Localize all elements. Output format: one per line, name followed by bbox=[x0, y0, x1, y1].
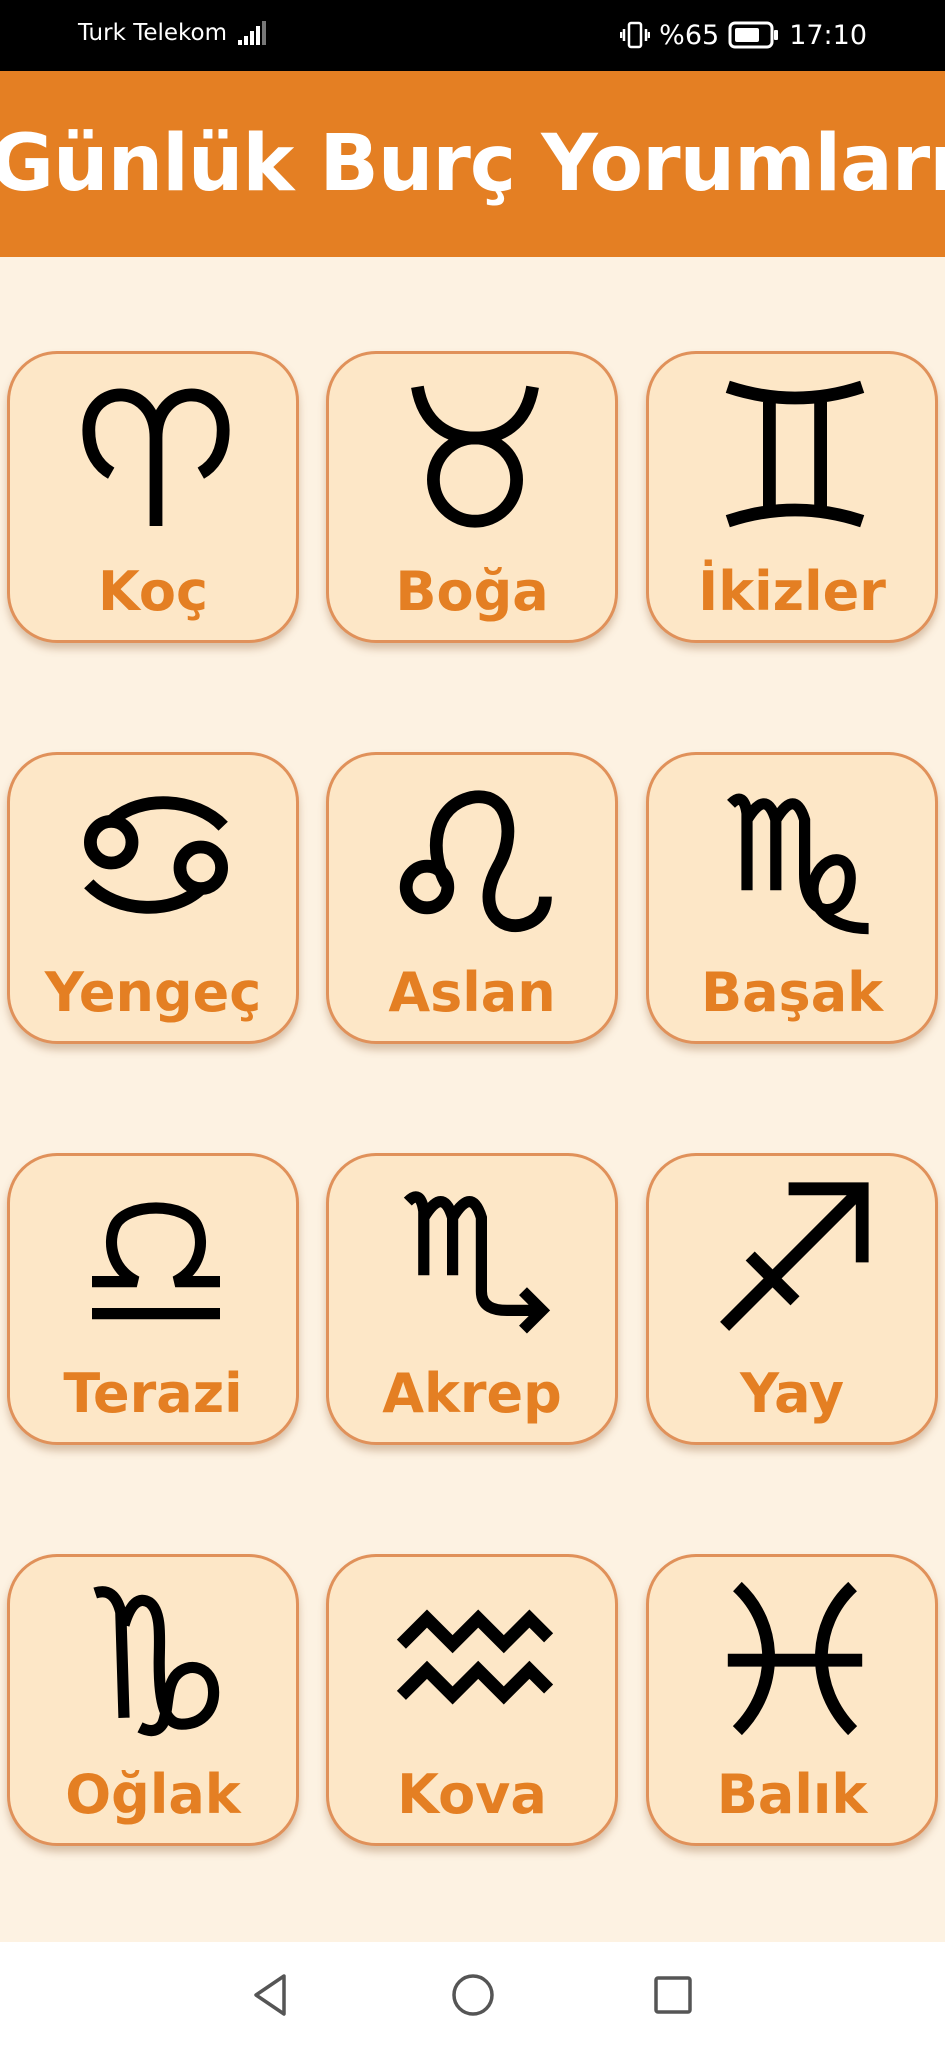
scorpio-icon bbox=[395, 1176, 555, 1336]
zodiac-grid: Koç Boğa İkizler Yengeç Aslan Başak Tera… bbox=[0, 257, 945, 1942]
status-right: %65 17:10 bbox=[619, 17, 867, 53]
virgo-icon bbox=[715, 775, 875, 935]
sign-label: Balık bbox=[716, 1763, 868, 1826]
sign-card-boga[interactable]: Boğa bbox=[326, 351, 618, 643]
vibrate-icon bbox=[619, 20, 651, 50]
sign-label: Yay bbox=[739, 1362, 845, 1425]
sign-label: Kova bbox=[397, 1763, 547, 1826]
libra-icon bbox=[76, 1176, 236, 1336]
battery-percent: %65 bbox=[659, 19, 720, 51]
carrier-name: Turk Telekom bbox=[78, 20, 228, 46]
sign-label: Başak bbox=[700, 961, 884, 1024]
sign-card-yay[interactable]: Yay bbox=[646, 1153, 938, 1445]
sign-label: Terazi bbox=[63, 1362, 243, 1425]
page-title: Günlük Burç Yorumları bbox=[0, 119, 945, 209]
sign-card-kova[interactable]: Kova bbox=[326, 1554, 618, 1846]
recents-icon[interactable] bbox=[648, 1970, 698, 2020]
aries-icon bbox=[76, 374, 236, 534]
sign-card-yengec[interactable]: Yengeç bbox=[7, 752, 299, 1044]
signal-icon bbox=[238, 20, 268, 46]
sagittarius-icon bbox=[715, 1176, 875, 1336]
sign-card-terazi[interactable]: Terazi bbox=[7, 1153, 299, 1445]
sign-card-koc[interactable]: Koç bbox=[7, 351, 299, 643]
capricorn-icon bbox=[76, 1577, 236, 1737]
cancer-icon bbox=[76, 775, 236, 935]
sign-label: Aslan bbox=[388, 961, 556, 1024]
sign-label: Yengeç bbox=[44, 961, 262, 1024]
sign-label: İkizler bbox=[698, 560, 886, 623]
taurus-icon bbox=[395, 374, 555, 534]
leo-icon bbox=[395, 775, 555, 935]
sign-label: Boğa bbox=[395, 560, 549, 623]
back-icon[interactable] bbox=[246, 1970, 296, 2020]
system-nav-bar bbox=[0, 1942, 945, 2048]
sign-card-basak[interactable]: Başak bbox=[646, 752, 938, 1044]
app-bar: Günlük Burç Yorumları bbox=[0, 71, 945, 257]
sign-card-akrep[interactable]: Akrep bbox=[326, 1153, 618, 1445]
sign-card-oglak[interactable]: Oğlak bbox=[7, 1554, 299, 1846]
gemini-icon bbox=[715, 374, 875, 534]
aquarius-icon bbox=[395, 1577, 555, 1737]
sign-card-aslan[interactable]: Aslan bbox=[326, 752, 618, 1044]
home-icon[interactable] bbox=[448, 1970, 498, 2020]
pisces-icon bbox=[715, 1577, 875, 1737]
sign-label: Koç bbox=[97, 560, 208, 623]
sign-card-ikizler[interactable]: İkizler bbox=[646, 351, 938, 643]
battery-icon bbox=[728, 20, 780, 50]
sign-card-balik[interactable]: Balık bbox=[646, 1554, 938, 1846]
clock: 17:10 bbox=[789, 19, 867, 51]
status-bar: Turk Telekom %65 17:10 bbox=[0, 0, 945, 71]
sign-label: Akrep bbox=[382, 1362, 562, 1425]
sign-label: Oğlak bbox=[65, 1763, 241, 1826]
